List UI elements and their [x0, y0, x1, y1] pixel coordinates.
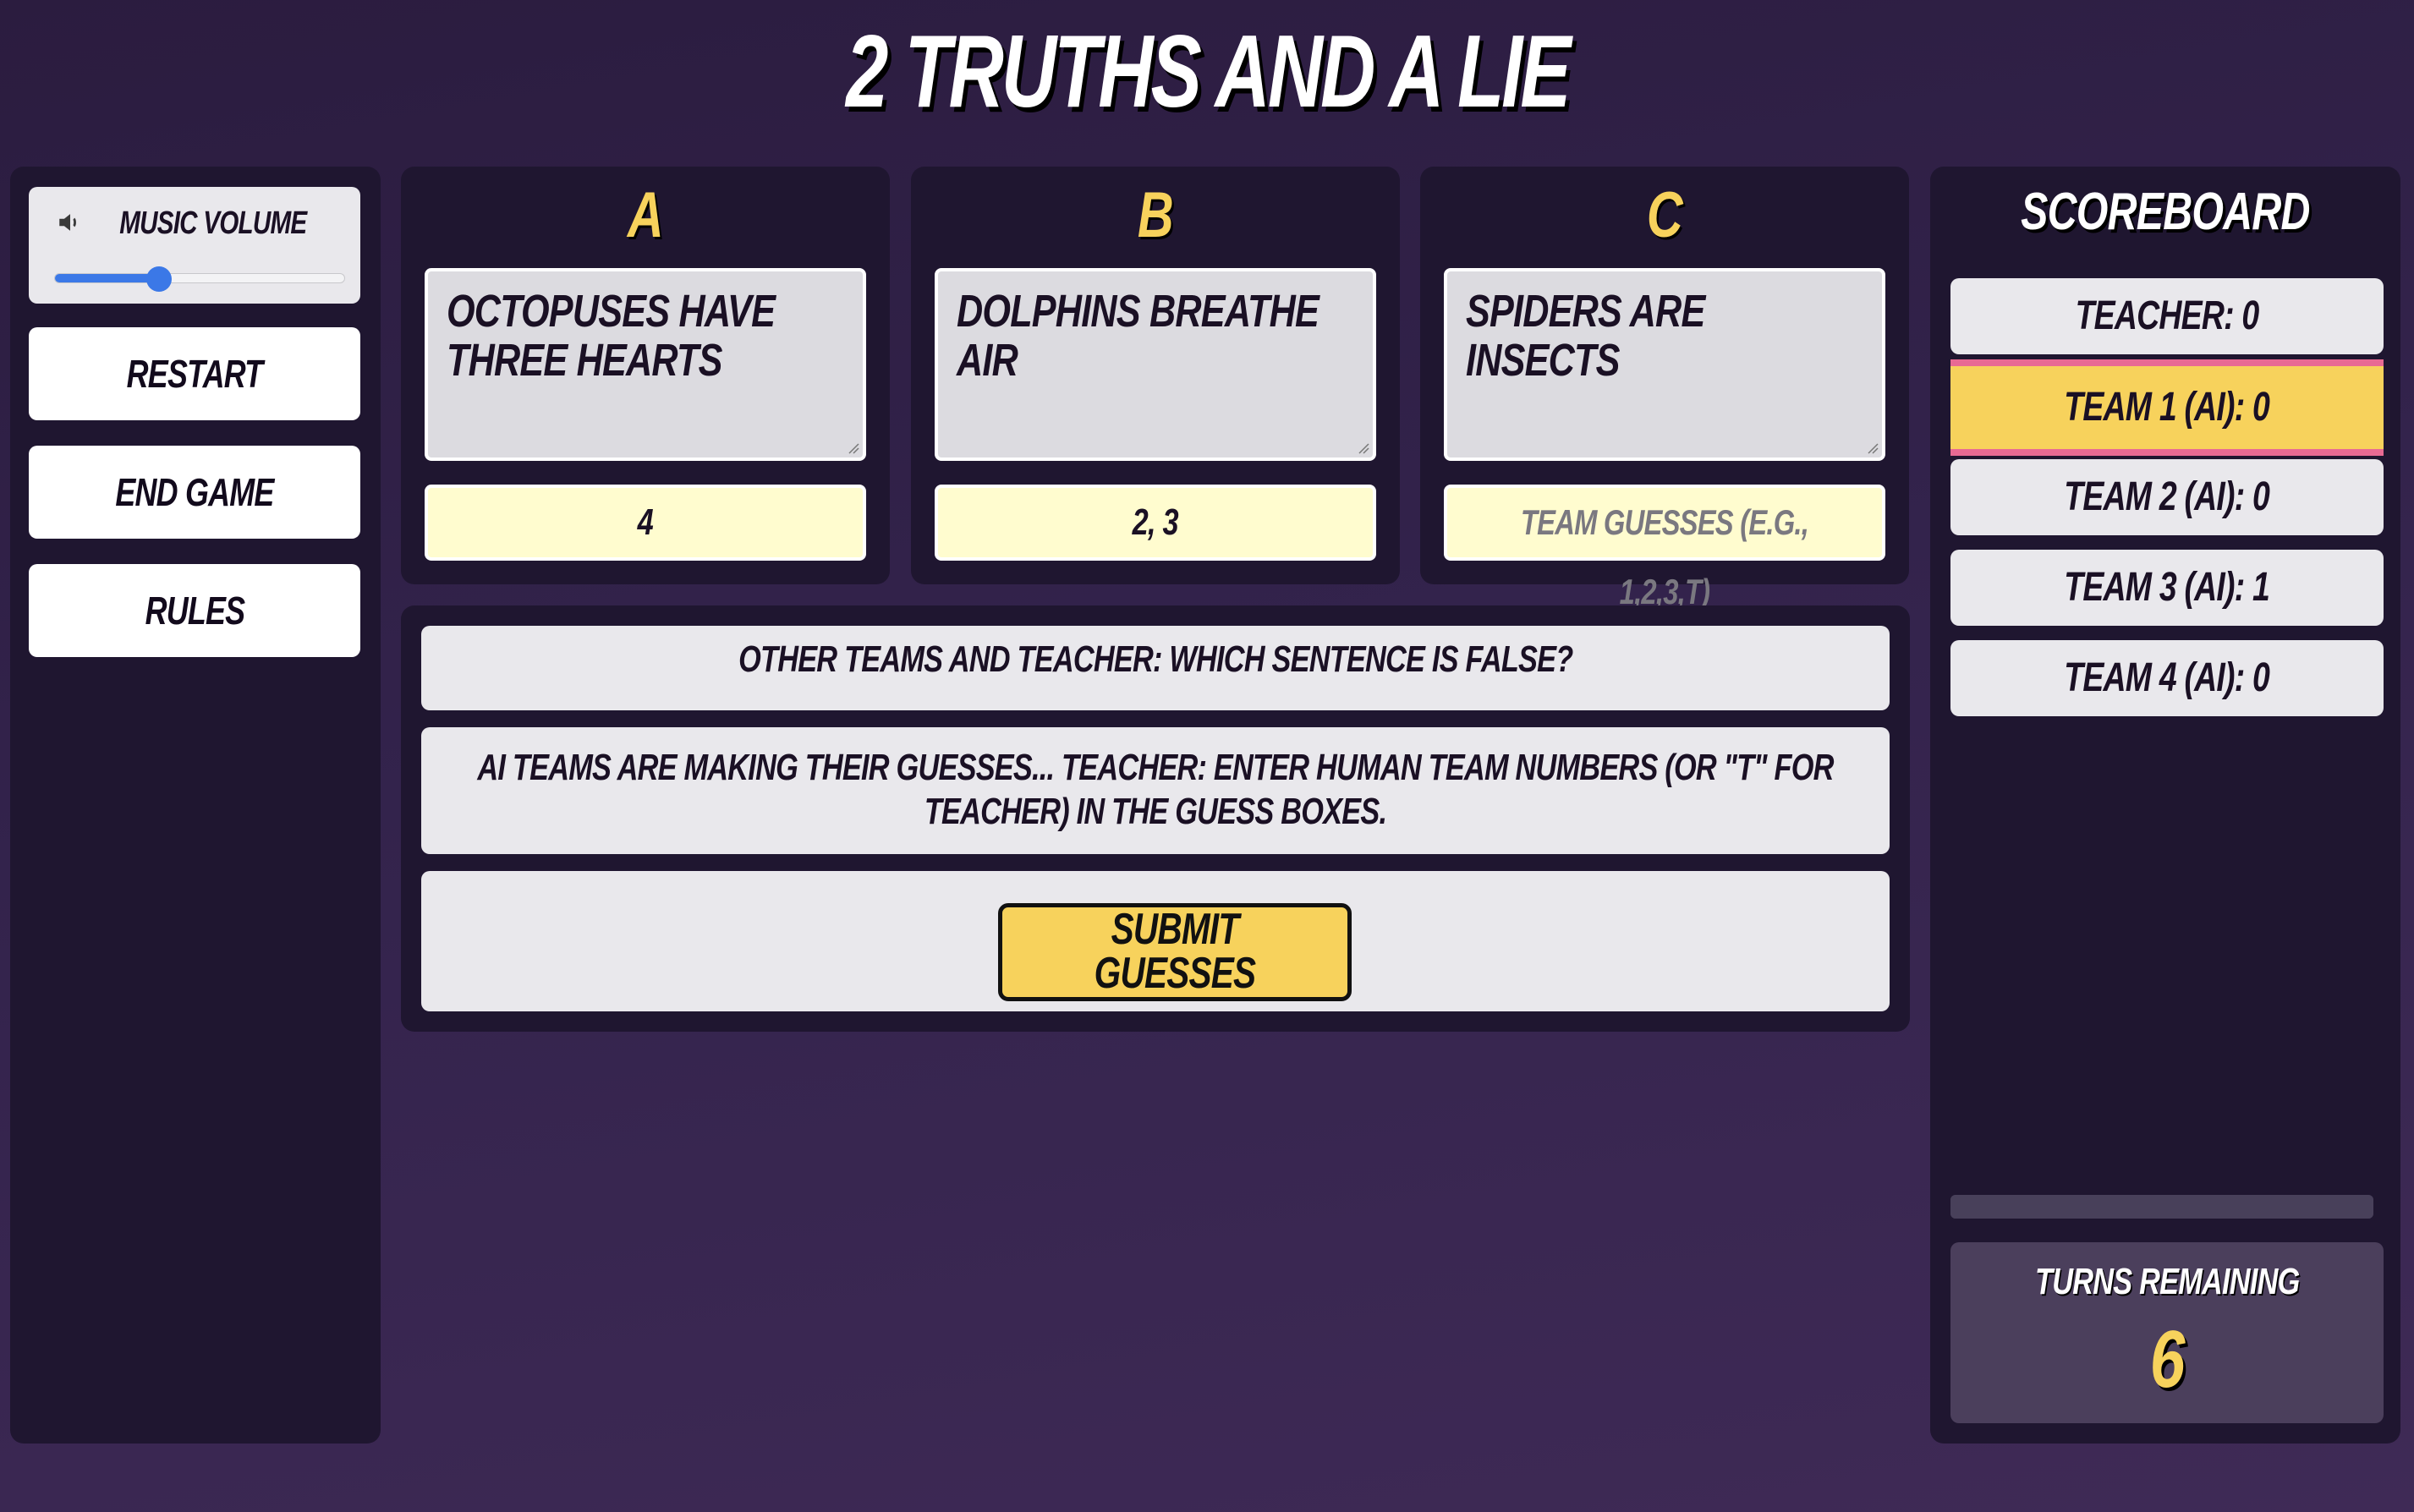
- volume-slider-fill: [55, 274, 160, 282]
- score-row-team-2: TEAM 2 (AI): 0: [1950, 459, 2384, 535]
- score-row-team-1: TEAM 1 (AI): 0: [1950, 359, 2384, 456]
- scoreboard-scrollbar[interactable]: [1950, 1195, 2373, 1219]
- statement-card-a: A OCTOPUSES HAVE THREE HEARTS 4: [401, 167, 890, 584]
- turns-remaining-box: TURNS REMAINING 6: [1950, 1242, 2384, 1423]
- instructions-message: AI TEAMS ARE MAKING THEIR GUESSES... TEA…: [421, 727, 1890, 854]
- restart-button[interactable]: RESTART: [29, 327, 360, 420]
- rules-button[interactable]: RULES: [29, 564, 360, 657]
- score-row-team-3: TEAM 3 (AI): 1: [1950, 550, 2384, 626]
- submit-area: SUBMIT GUESSES: [421, 871, 1890, 1011]
- scoreboard-panel: SCOREBOARD TEACHER: 0 TEAM 1 (AI): 0 TEA…: [1930, 167, 2400, 1444]
- resize-grip-icon[interactable]: [1867, 442, 1879, 454]
- statement-card-b: B DOLPHINS BREATHE AIR 2, 3: [911, 167, 1400, 584]
- volume-slider[interactable]: [54, 266, 345, 292]
- score-row-team-4: TEAM 4 (AI): 0: [1950, 640, 2384, 716]
- prompt-message: OTHER TEAMS AND TEACHER: WHICH SENTENCE …: [421, 626, 1890, 710]
- statement-textarea[interactable]: SPIDERS ARE INSECTS: [1444, 268, 1885, 461]
- submit-guesses-button[interactable]: SUBMIT GUESSES: [998, 903, 1352, 1001]
- volume-slider-thumb[interactable]: [146, 266, 173, 292]
- score-row-teacher: TEACHER: 0: [1950, 278, 2384, 354]
- team-guess-input[interactable]: TEAM GUESSES (E.G., 1,2,3,T): [1444, 485, 1885, 611]
- page-title: 2 TRUTHS AND A LIE: [845, 14, 1572, 129]
- statement-letter: A: [627, 179, 664, 251]
- resize-grip-icon[interactable]: [848, 442, 859, 454]
- resize-grip-icon[interactable]: [1358, 442, 1369, 454]
- statement-letter: C: [1646, 179, 1683, 251]
- team-guess-input[interactable]: 4: [425, 485, 866, 561]
- statement-textarea[interactable]: DOLPHINS BREATHE AIR: [935, 268, 1376, 461]
- music-volume-control: MUSIC VOLUME: [29, 187, 360, 304]
- speaker-icon: [59, 214, 76, 231]
- end-game-button[interactable]: END GAME: [29, 446, 360, 539]
- guess-panel: OTHER TEAMS AND TEACHER: WHICH SENTENCE …: [401, 605, 1910, 1032]
- statement-card-c: C SPIDERS ARE INSECTS TEAM GUESSES (E.G.…: [1420, 167, 1909, 611]
- statement-letter: B: [1137, 179, 1174, 251]
- scoreboard-title: SCOREBOARD: [2021, 183, 2310, 241]
- turns-remaining-value: 6: [2149, 1314, 2186, 1405]
- team-guess-input[interactable]: 2, 3: [935, 485, 1376, 561]
- music-volume-label: MUSIC VOLUME: [119, 205, 308, 241]
- turns-remaining-label: TURNS REMAINING: [2034, 1261, 2300, 1302]
- statement-textarea[interactable]: OCTOPUSES HAVE THREE HEARTS: [425, 268, 866, 461]
- scrollbar-thumb[interactable]: [1950, 1195, 2373, 1219]
